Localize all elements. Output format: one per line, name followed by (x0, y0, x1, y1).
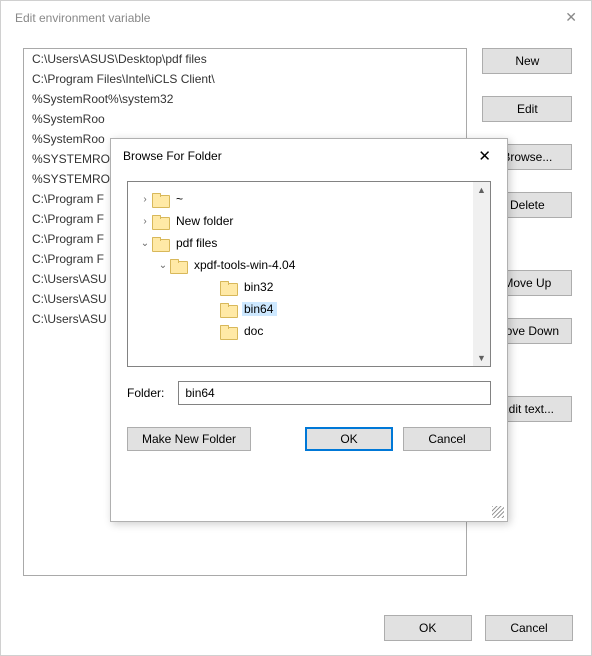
cancel-button[interactable]: Cancel (485, 615, 573, 641)
tree-item[interactable]: ⌄ pdf files (128, 232, 490, 254)
parent-title: Edit environment variable (15, 11, 150, 25)
tree-item-label: New folder (174, 214, 233, 228)
folder-icon (152, 237, 168, 250)
tree-item-label: pdf files (174, 236, 217, 250)
tree-item-label: bin32 (242, 280, 273, 294)
browse-folder-dialog: Browse For Folder ✕ ›~›New folder⌄pdf fi… (110, 138, 508, 522)
env-path-row[interactable]: C:\Users\ASUS\Desktop\pdf files (24, 49, 466, 69)
make-new-folder-button[interactable]: Make New Folder (127, 427, 251, 451)
folder-icon (220, 325, 236, 338)
chevron-right-icon[interactable]: › (138, 194, 152, 205)
close-icon[interactable]: ✕ (474, 147, 495, 165)
tree-item-label: doc (242, 324, 263, 338)
modal-body: ›~›New folder⌄pdf files⌄xpdf-tools-win-4… (111, 173, 507, 465)
modal-buttons: Make New Folder OK Cancel (127, 427, 491, 451)
folder-icon (220, 281, 236, 294)
folder-icon (152, 193, 168, 206)
env-path-row[interactable]: %SystemRoot%\system32 (24, 89, 466, 109)
modal-title: Browse For Folder (123, 149, 222, 163)
folder-icon (152, 215, 168, 228)
tree-item[interactable]: ›~ (128, 188, 490, 210)
env-path-row[interactable]: C:\Program Files\Intel\iCLS Client\ (24, 69, 466, 89)
parent-bottom-buttons: OK Cancel (374, 615, 573, 641)
tree-item[interactable]: › New folder (128, 210, 490, 232)
folder-icon (170, 259, 186, 272)
scroll-down-icon[interactable]: ▼ (477, 350, 486, 366)
close-icon[interactable]: ✕ (565, 9, 577, 26)
tree-item-label: ~ (174, 192, 183, 206)
chevron-down-icon[interactable]: ⌄ (138, 238, 152, 249)
folder-row: Folder: (127, 381, 491, 405)
scrollbar[interactable]: ▲ ▼ (473, 182, 490, 366)
edit-button[interactable]: Edit (482, 96, 572, 122)
folder-tree[interactable]: ›~›New folder⌄pdf files⌄xpdf-tools-win-4… (127, 181, 491, 367)
scroll-up-icon[interactable]: ▲ (477, 182, 486, 198)
env-path-row[interactable]: %SystemRoo (24, 109, 466, 129)
tree-item[interactable]: bin32 (128, 276, 490, 298)
tree-item-label: xpdf-tools-win-4.04 (192, 258, 295, 272)
resize-grip-icon[interactable] (492, 506, 504, 518)
parent-titlebar: Edit environment variable ✕ (1, 1, 591, 34)
chevron-right-icon[interactable]: › (138, 216, 152, 227)
ok-button[interactable]: OK (384, 615, 472, 641)
cancel-button[interactable]: Cancel (403, 427, 491, 451)
chevron-down-icon[interactable]: ⌄ (156, 260, 170, 271)
modal-titlebar: Browse For Folder ✕ (111, 139, 507, 173)
tree-item-label: bin64 (242, 302, 277, 316)
folder-icon (220, 303, 236, 316)
tree-item[interactable]: bin64 (128, 298, 490, 320)
tree-item[interactable]: doc (128, 320, 490, 342)
folder-input[interactable] (178, 381, 491, 405)
ok-button[interactable]: OK (305, 427, 393, 451)
tree-item[interactable]: ⌄ xpdf-tools-win-4.04 (128, 254, 490, 276)
new-button[interactable]: New (482, 48, 572, 74)
folder-label: Folder: (127, 386, 164, 400)
